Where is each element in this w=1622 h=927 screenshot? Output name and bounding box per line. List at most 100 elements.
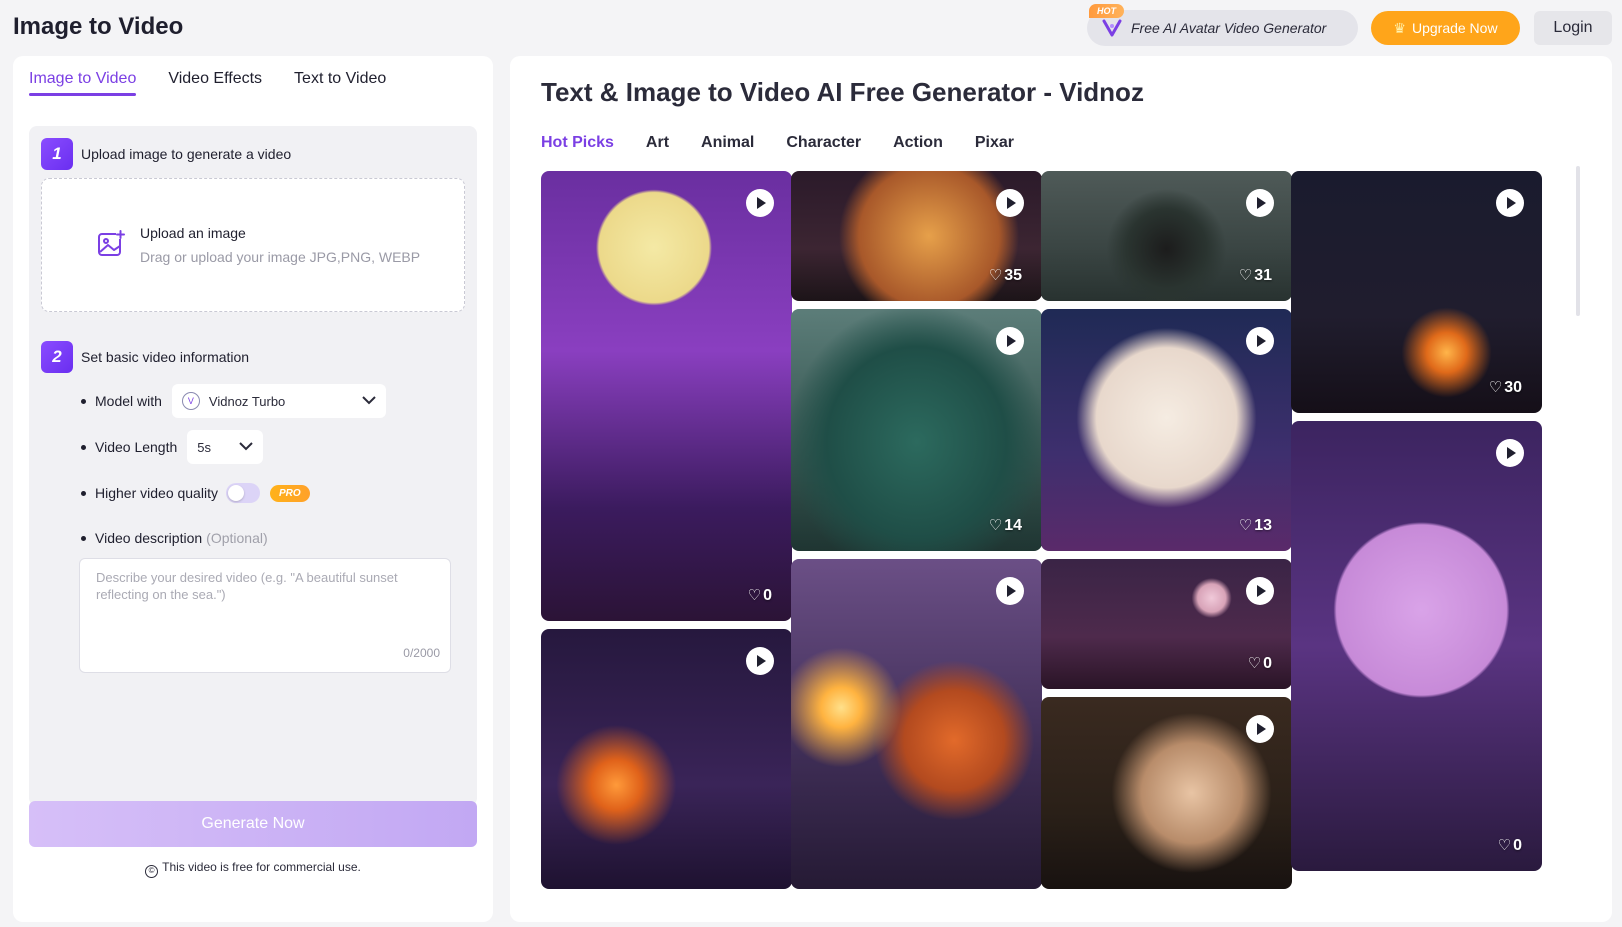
play-icon[interactable] [996,189,1024,217]
tab-video-effects[interactable]: Video Effects [168,70,262,96]
play-icon[interactable] [746,189,774,217]
quality-row: Higher video quality PRO [81,483,310,503]
description-label: Video description [95,530,203,546]
template-card[interactable]: ♡ 0 [541,171,792,621]
like-count: ♡ 13 [1238,517,1272,534]
template-card[interactable]: ♡ 13 [1041,309,1292,551]
upload-dropzone[interactable]: Upload an image Drag or upload your imag… [41,178,465,312]
template-card[interactable]: ♡ 31 [1041,171,1292,301]
like-count: ♡ 31 [1238,267,1272,284]
quality-label: Higher video quality [95,485,218,501]
play-icon[interactable] [1496,439,1524,467]
commercial-use-note: © This video is free for commercial use. [13,860,493,878]
template-card[interactable] [791,559,1042,889]
gallery-scrollbar[interactable] [1576,166,1580,316]
bullet [81,444,86,450]
heart-icon: ♡ [988,517,1003,534]
tab-image-to-video[interactable]: Image to Video [29,70,137,96]
crown-icon: ♛ [1393,19,1406,36]
generator-panel: Image to Video Video Effects Text to Vid… [13,56,493,922]
commercial-use-text: This video is free for commercial use. [162,860,361,874]
upgrade-label: Upgrade Now [1411,20,1498,36]
play-icon[interactable] [996,577,1024,605]
template-card[interactable]: ♡ 14 [791,309,1042,551]
vidnoz-logo-icon [1101,17,1123,39]
play-icon[interactable] [996,327,1024,355]
category-tabs: Hot Picks Art Animal Character Action Pi… [541,134,1014,152]
play-icon[interactable] [1496,189,1524,217]
step-2-header: 2 Set basic video information [41,341,249,373]
like-count: ♡ 0 [1247,655,1272,672]
description-row: Video description (Optional) [81,530,268,546]
play-icon[interactable] [1246,189,1274,217]
model-row: Model with V Vidnoz Turbo [81,384,386,418]
add-image-icon [96,229,126,259]
step-2-label: Set basic video information [81,349,250,365]
step-2-number: 2 [41,341,73,373]
category-pixar[interactable]: Pixar [975,134,1014,152]
generate-now-button[interactable]: Generate Now [29,801,477,847]
play-icon[interactable] [1246,327,1274,355]
promo-text: Free AI Avatar Video Generator [1131,20,1327,36]
upload-hint: Drag or upload your image JPG,PNG, WEBP [140,249,421,265]
like-count: ♡ 35 [988,267,1022,284]
template-card[interactable]: ♡ 30 [1291,171,1542,413]
copyright-icon: © [145,865,159,878]
login-button[interactable]: Login [1534,11,1612,45]
category-hot-picks[interactable]: Hot Picks [541,134,614,152]
form-box: 1 Upload image to generate a video Uploa… [29,126,477,806]
play-icon[interactable] [1246,715,1274,743]
description-textarea[interactable]: Describe your desired video (e.g. "A bea… [79,558,451,673]
app-title: Image to Video [13,13,184,40]
optional-hint: (Optional) [206,530,268,546]
category-animal[interactable]: Animal [701,134,754,152]
bullet [81,535,86,541]
page-title: Text & Image to Video AI Free Generator … [541,77,1144,107]
like-count: ♡ 0 [1497,837,1522,854]
model-select[interactable]: V Vidnoz Turbo [171,384,386,418]
template-card[interactable]: ♡ 0 [1041,559,1292,689]
heart-icon: ♡ [1488,379,1503,396]
description-placeholder: Describe your desired video (e.g. "A bea… [96,570,398,602]
char-count: 0/2000 [403,646,440,660]
gallery-panel: Text & Image to Video AI Free Generator … [510,56,1612,922]
length-select[interactable]: 5s [187,430,264,464]
template-card[interactable] [1041,697,1292,889]
like-count: ♡ 0 [747,587,772,604]
chevron-down-icon [362,394,376,408]
chevron-down-icon [239,440,253,454]
heart-icon: ♡ [1238,267,1253,284]
category-action[interactable]: Action [893,134,943,152]
category-art[interactable]: Art [646,134,669,152]
avatar-generator-promo-button[interactable]: HOT Free AI Avatar Video Generator [1087,4,1358,46]
template-card[interactable] [541,629,792,889]
tab-text-to-video[interactable]: Text to Video [294,70,386,96]
play-icon[interactable] [746,647,774,675]
play-icon[interactable] [1246,577,1274,605]
quality-toggle[interactable] [225,483,260,503]
category-character[interactable]: Character [786,134,861,152]
template-card[interactable]: ♡ 0 [1291,421,1542,871]
heart-icon: ♡ [988,267,1003,284]
upgrade-now-button[interactable]: ♛ Upgrade Now [1371,11,1520,45]
toggle-knob [227,485,244,501]
template-card[interactable]: ♡ 35 [791,171,1042,301]
length-label: Video Length [95,439,178,455]
step-1-header: 1 Upload image to generate a video [41,138,291,170]
mode-tabs: Image to Video Video Effects Text to Vid… [29,70,386,96]
bullet [81,398,86,404]
hot-badge: HOT [1089,4,1124,18]
heart-icon: ♡ [1247,655,1262,672]
length-value: 5s [197,439,211,455]
step-1-label: Upload image to generate a video [81,146,292,162]
template-gallery: ♡ 0 ♡ 35 ♡ 14 ♡ 31 ♡ 13 ♡ 0 ♡ 30 ♡ 0 [541,171,1542,922]
heart-icon: ♡ [747,587,762,604]
length-row: Video Length 5s [81,430,264,464]
heart-icon: ♡ [1238,517,1253,534]
step-1-number: 1 [41,138,73,170]
model-value: Vidnoz Turbo [208,393,286,409]
vidnoz-model-icon: V [181,392,200,410]
bullet [81,490,86,496]
upload-title: Upload an image [140,225,246,241]
model-label: Model with [95,393,162,409]
